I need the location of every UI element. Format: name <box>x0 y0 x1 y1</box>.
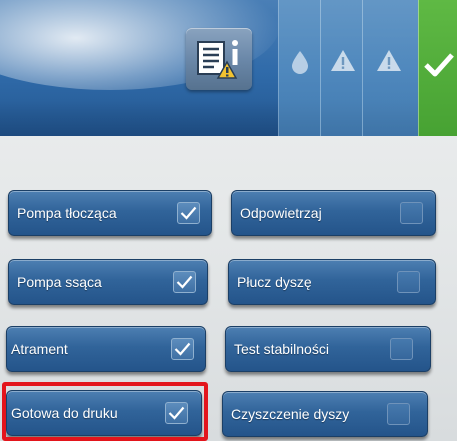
button-pompa-ssaca[interactable]: Pompa ssąca <box>8 259 208 305</box>
check-icon <box>168 406 185 420</box>
button-gotowa-do-druku[interactable]: Gotowa do druku <box>6 390 202 436</box>
checkbox-checked <box>173 271 196 293</box>
button-label: Pompa ssąca <box>17 274 102 290</box>
checkmark-icon <box>424 53 454 77</box>
status-warning-1[interactable] <box>320 0 363 136</box>
button-odpowietrzaj[interactable]: Odpowietrzaj <box>231 190 436 236</box>
button-label: Odpowietrzaj <box>240 205 322 221</box>
warning-icon <box>331 50 355 71</box>
button-label: Test stabilności <box>234 341 329 357</box>
header-bar <box>0 0 457 136</box>
status-ok[interactable] <box>418 0 457 136</box>
button-pompa-tloczaca[interactable]: Pompa tłocząca <box>8 190 212 236</box>
button-label: Płucz dyszę <box>237 274 312 290</box>
button-test-stabilnosci[interactable]: Test stabilności <box>225 326 431 372</box>
button-plucz-dysze[interactable]: Płucz dyszę <box>228 259 436 305</box>
button-label: Czyszczenie dyszy <box>231 406 350 422</box>
status-ink[interactable] <box>278 0 321 136</box>
document-info-icon <box>197 40 238 79</box>
button-label: Atrament <box>11 341 68 357</box>
status-warning-2[interactable] <box>362 0 419 136</box>
checkbox-checked <box>177 202 200 224</box>
button-label: Gotowa do druku <box>11 405 118 421</box>
ink-drop-icon <box>292 51 308 74</box>
check-icon <box>176 275 193 289</box>
checkbox-unchecked <box>387 403 410 425</box>
button-czyszczenie-dyszy[interactable]: Czyszczenie dyszy <box>222 391 428 437</box>
checkbox-unchecked <box>390 338 413 360</box>
warning-icon <box>377 50 401 71</box>
check-icon <box>180 206 197 220</box>
button-label: Pompa tłocząca <box>17 205 117 221</box>
check-icon <box>174 342 191 356</box>
info-button[interactable] <box>186 28 252 90</box>
button-atrament[interactable]: Atrament <box>6 326 206 372</box>
printer-screen: Pompa tłocząca Pompa ssąca Atrament Goto… <box>0 0 457 441</box>
checkbox-checked <box>171 338 194 360</box>
checkbox-unchecked <box>397 271 420 293</box>
checkbox-checked <box>165 402 188 424</box>
checkbox-unchecked <box>400 202 423 224</box>
